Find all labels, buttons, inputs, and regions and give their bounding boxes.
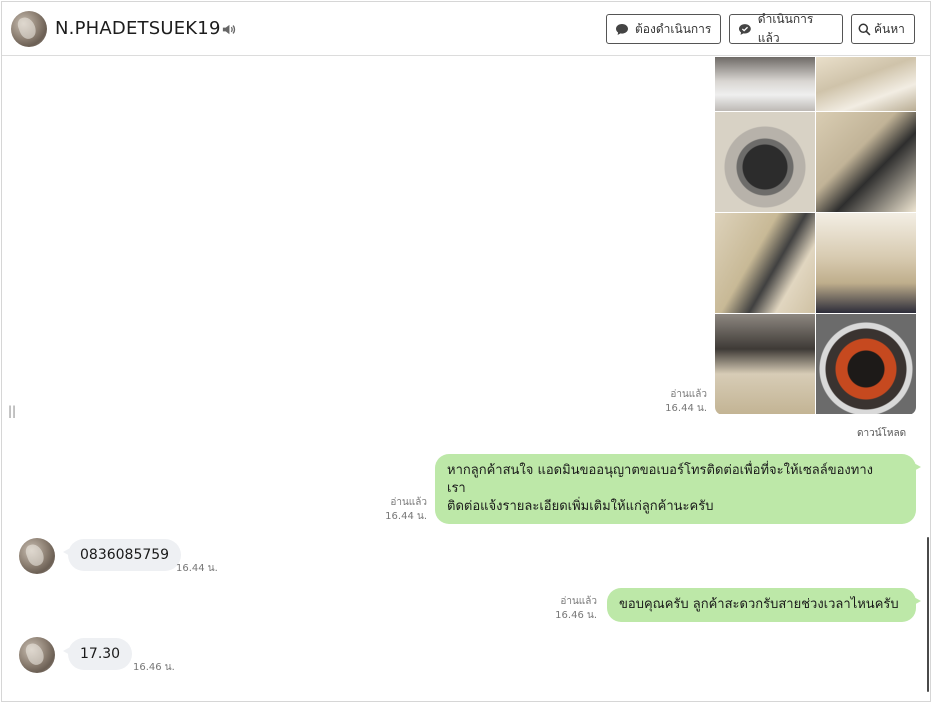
car-photo[interactable] — [816, 314, 916, 414]
done-button-label: ดำเนินการแล้ว — [757, 12, 814, 45]
outgoing-message[interactable]: ขอบคุณครับ ลูกค้าสะดวกรับสายช่วงเวลาไหนค… — [607, 588, 921, 622]
car-photo[interactable] — [715, 213, 815, 313]
search-button[interactable]: ค้นหา — [851, 14, 915, 44]
read-status: อ่านแล้ว 16.44 น. — [652, 388, 707, 416]
car-photo[interactable] — [816, 112, 916, 212]
car-photo[interactable] — [816, 57, 916, 111]
message-time: 16.44 น. — [665, 403, 707, 414]
done-button[interactable]: ดำเนินการแล้ว — [729, 12, 843, 45]
car-photo[interactable] — [715, 314, 815, 414]
image-album[interactable] — [715, 57, 916, 415]
message-time: 16.44 น. — [385, 511, 427, 522]
speaker-icon[interactable] — [221, 22, 236, 37]
chat-header: N.PHADETSUEK19 ต้องดำเนินการ ดำเนินการแล… — [2, 2, 930, 56]
car-photo[interactable] — [715, 57, 815, 111]
message-list[interactable]: || อ่านแล้ว 16.44 น. ดาวน์โหลด อ่านแล้ว … — [2, 57, 930, 703]
chat-window: N.PHADETSUEK19 ต้องดำเนินการ ดำเนินการแล… — [1, 1, 931, 702]
chat-bubble-icon — [738, 23, 751, 35]
message-line: ติดต่อแจ้งรายละเอียดเพิ่มเติมให้แก่ลูกค้… — [447, 499, 714, 514]
search-icon — [858, 23, 871, 35]
message-time: 16.44 น. — [176, 563, 218, 574]
read-label: อ่านแล้ว — [390, 497, 427, 508]
contact-avatar[interactable] — [19, 538, 55, 574]
chat-bubble-icon — [616, 23, 628, 35]
contact-avatar[interactable] — [11, 11, 47, 47]
read-status: อ่านแล้ว 16.44 น. — [372, 496, 427, 524]
car-photo[interactable] — [816, 213, 916, 313]
read-label: อ่านแล้ว — [560, 596, 597, 607]
todo-button-label: ต้องดำเนินการ — [635, 21, 712, 36]
todo-button[interactable]: ต้องดำเนินการ — [606, 14, 721, 44]
search-button-label: ค้นหา — [874, 21, 905, 36]
read-label: อ่านแล้ว — [670, 389, 707, 400]
panel-resize-handle[interactable]: || — [8, 404, 16, 418]
contact-avatar[interactable] — [19, 637, 55, 673]
read-status: อ่านแล้ว 16.46 น. — [542, 595, 597, 623]
incoming-message[interactable]: 0836085759 — [62, 539, 182, 571]
message-line: เรา — [447, 481, 466, 496]
scrollbar[interactable] — [927, 537, 929, 692]
message-time: 16.46 น. — [133, 662, 175, 673]
car-photo[interactable] — [715, 112, 815, 212]
message-line: หากลูกค้าสนใจ แอดมินขออนุญาตขอเบอร์โทรติ… — [447, 463, 873, 478]
contact-name: N.PHADETSUEK19 — [55, 18, 221, 39]
message-time: 16.46 น. — [555, 610, 597, 621]
incoming-message[interactable]: 17.30 — [62, 638, 133, 670]
download-link[interactable]: ดาวน์โหลด — [857, 426, 906, 441]
outgoing-message[interactable]: หากลูกค้าสนใจ แอดมินขออนุญาตขอเบอร์โทรติ… — [435, 454, 921, 524]
